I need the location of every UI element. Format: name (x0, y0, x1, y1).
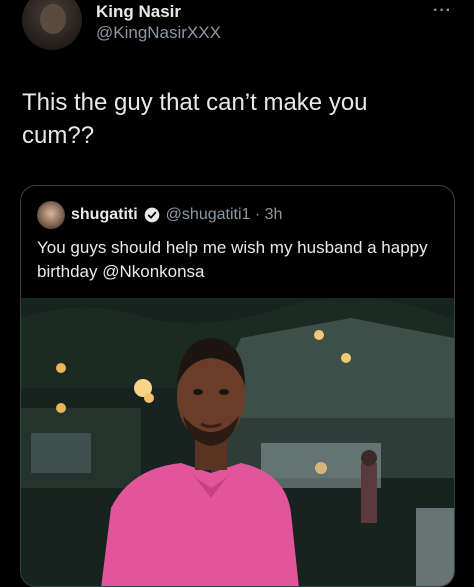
quoted-tweet-header: shugatiti @shugatiti1 · 3h (37, 201, 282, 229)
tweet-text: This the guy that can’t make you cum?? (22, 89, 368, 149)
author-handle[interactable]: @KingNasirXXX (96, 22, 221, 44)
author-avatar[interactable] (22, 0, 82, 50)
quoted-author-handle-time[interactable]: @shugatiti1 · 3h (166, 206, 283, 224)
verified-badge-icon (144, 207, 160, 223)
author-info: King Nasir @KingNasirXXX (96, 2, 221, 44)
quoted-tweet-text: You guys should help me wish my husband … (37, 238, 428, 281)
author-display-name[interactable]: King Nasir (96, 2, 221, 22)
quoted-tweet-photo[interactable] (21, 298, 454, 586)
avatar-face (40, 4, 66, 34)
more-icon[interactable]: ··· (433, 2, 452, 20)
quoted-author-name[interactable]: shugatiti (71, 206, 138, 224)
quoted-tweet-card[interactable]: shugatiti @shugatiti1 · 3h You guys shou… (20, 185, 455, 587)
quoted-author-avatar[interactable] (37, 201, 65, 229)
photo-illustration (21, 298, 454, 586)
